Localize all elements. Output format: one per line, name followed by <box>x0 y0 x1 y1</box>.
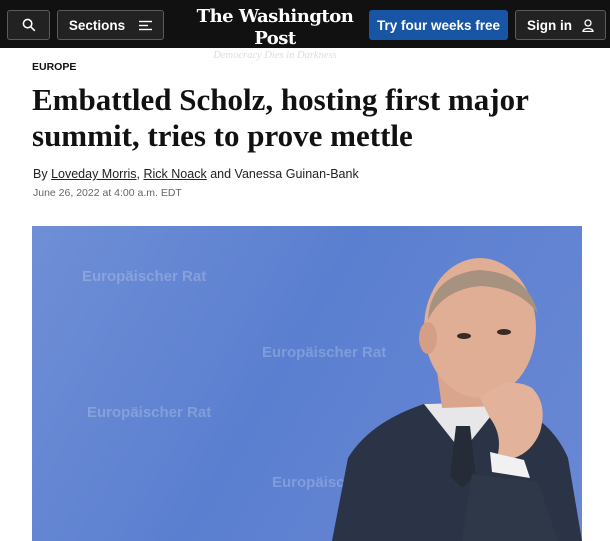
article-headline: Embattled Scholz, hosting first major su… <box>32 82 529 153</box>
search-button[interactable] <box>7 10 50 40</box>
byline-prefix: By <box>33 167 48 181</box>
author-name: Vanessa Guinan-Bank <box>234 167 359 181</box>
menu-icon <box>139 20 153 30</box>
author-link[interactable]: Rick Noack <box>144 167 207 181</box>
byline: By Loveday Morris, Rick Noack and Vaness… <box>33 167 359 181</box>
site-logo[interactable]: The Washington Post Democracy Dies in Da… <box>190 6 360 62</box>
man-portrait <box>332 258 582 541</box>
lead-photo[interactable]: Europäischer Rat Europäischer Rat Europä… <box>32 226 582 541</box>
brand-tagline: Democracy Dies in Darkness <box>213 50 337 61</box>
byline-separator: , <box>136 167 141 181</box>
publish-date: June 26, 2022 at 4:00 a.m. EDT <box>33 187 182 199</box>
user-icon <box>582 18 594 32</box>
byline-conjunction: and <box>210 167 232 181</box>
sections-menu-button[interactable]: Sections <box>57 10 164 40</box>
section-kicker[interactable]: EUROPE <box>32 61 76 73</box>
sections-label: Sections <box>68 17 126 33</box>
top-navigation-bar: Sections The Washington Post Democracy D… <box>0 0 610 61</box>
author-link[interactable]: Loveday Morris <box>51 167 136 181</box>
sign-in-button[interactable]: Sign in <box>515 10 606 40</box>
subscribe-button[interactable]: Try four weeks free <box>369 10 508 40</box>
sign-in-label: Sign in <box>527 17 572 33</box>
brand-name: The Washington Post <box>196 6 354 49</box>
search-icon <box>22 18 35 32</box>
